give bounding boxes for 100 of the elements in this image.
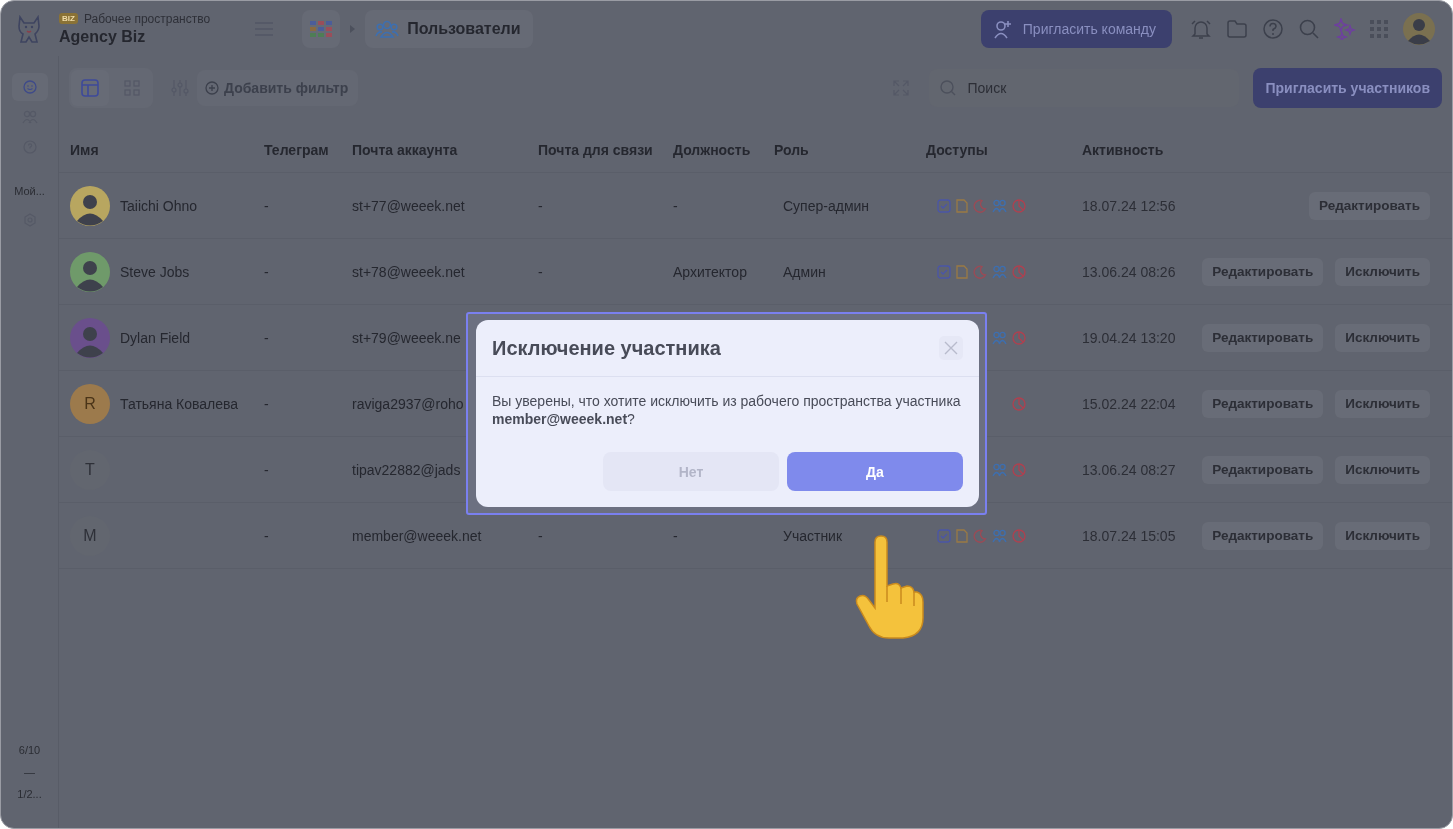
usage-counter: —: [24, 765, 35, 780]
table-icon: [81, 79, 99, 97]
account-email: tipav22882@jads: [352, 461, 461, 478]
cat-logo-icon: [15, 13, 43, 44]
close-button[interactable]: [939, 336, 963, 360]
telegram-cell: -: [264, 329, 269, 346]
pie-chart-icon: [1012, 528, 1026, 543]
role-cell: Супер-админ: [783, 197, 870, 214]
task-icon: [937, 198, 951, 213]
row-action-button[interactable]: Редактировать: [1202, 257, 1324, 286]
invite-members-button[interactable]: Пригласить участников: [1253, 68, 1442, 108]
row-action-button[interactable]: Редактировать: [1309, 191, 1430, 220]
contact-email: -: [538, 197, 543, 214]
people-icon: [992, 264, 1007, 279]
usage-counter: 6/10: [18, 743, 41, 758]
pie-chart-icon: [1012, 462, 1026, 477]
telegram-cell: -: [264, 527, 269, 544]
people-icon: [992, 528, 1007, 543]
dialog-message: Вы уверены, что хотите исключить из рабочего пространства участника member@weeek.net?: [492, 392, 962, 428]
telegram-cell: -: [264, 395, 269, 412]
workspace-badge: BIZ: [59, 13, 78, 24]
sparkles-icon[interactable]: [1334, 17, 1356, 40]
user-name: Steve Jobs: [120, 263, 190, 280]
row-action-button[interactable]: Исключить: [1335, 521, 1430, 550]
row-action-button[interactable]: Исключить: [1335, 455, 1430, 484]
user-name: Dylan Field: [120, 329, 191, 346]
column-header: Доступы: [926, 142, 989, 158]
people-icon: [992, 462, 1007, 477]
moon-icon: [973, 264, 987, 279]
position-cell: -: [673, 197, 678, 214]
section-label[interactable]: Мой...: [14, 185, 45, 197]
search-icon[interactable]: [1298, 17, 1320, 40]
smile-nav-icon[interactable]: [11, 73, 48, 101]
plus-circle-icon: [205, 81, 219, 95]
people-icon: [375, 18, 400, 39]
role-cell: Участник: [783, 527, 843, 544]
column-header: Почта аккаунта: [352, 142, 459, 158]
confirm-button[interactable]: Да: [787, 452, 963, 491]
user-name: Taiichi Ohno: [120, 197, 198, 214]
account-email: member@weeek.net: [352, 527, 482, 544]
task-icon: [937, 264, 951, 279]
task-icon: [937, 528, 951, 543]
telegram-cell: -: [264, 263, 269, 280]
help-icon[interactable]: [1262, 17, 1284, 40]
apps-button[interactable]: [302, 9, 341, 48]
row-action-button[interactable]: Редактировать: [1202, 521, 1324, 550]
row-action-button[interactable]: Исключить: [1335, 389, 1430, 418]
column-header: Должность: [673, 142, 752, 158]
contact-email: -: [538, 263, 543, 280]
row-action-button[interactable]: Редактировать: [1202, 323, 1324, 352]
color-grid-icon: [310, 20, 333, 37]
bell-icon[interactable]: [1190, 17, 1212, 40]
user-name: Татьяна Ковалева: [120, 395, 239, 412]
activity-time: 18.07.24 12:56: [1082, 197, 1176, 214]
workspace-name[interactable]: Agency Biz: [59, 27, 211, 46]
contact-email: -: [538, 527, 543, 544]
moon-icon: [973, 528, 987, 543]
pie-chart-icon: [1012, 330, 1026, 345]
document-icon: [956, 264, 968, 279]
telegram-cell: -: [264, 197, 269, 214]
column-header: Телеграм: [264, 142, 330, 158]
dialog-title: Исключение участника: [492, 336, 721, 360]
column-header: Почта для связи: [538, 142, 654, 158]
column-header: Имя: [69, 142, 100, 158]
activity-time: 13.06.24 08:26: [1082, 263, 1176, 280]
invite-team-button[interactable]: Пригласить команду: [980, 9, 1172, 48]
position-cell: -: [673, 527, 678, 544]
row-action-button[interactable]: Редактировать: [1202, 389, 1324, 418]
account-email: st+78@weeek.net: [352, 263, 465, 280]
activity-time: 13.06.24 08:27: [1082, 461, 1176, 478]
column-header: Роль: [774, 142, 810, 158]
role-cell: Админ: [783, 263, 826, 280]
row-action-button[interactable]: Исключить: [1335, 323, 1430, 352]
pie-chart-icon: [1012, 198, 1026, 213]
usage-counter: 1/2...: [17, 787, 42, 802]
account-email: st+77@weeek.net: [352, 197, 465, 214]
moon-icon: [973, 198, 987, 213]
close-icon: [944, 341, 958, 355]
column-header: Активность: [1082, 142, 1165, 158]
people-icon: [992, 330, 1007, 345]
row-action-button[interactable]: Исключить: [1335, 257, 1430, 286]
document-icon: [956, 198, 968, 213]
pie-chart-icon: [1012, 264, 1026, 279]
activity-time: 15.02.24 22:04: [1082, 395, 1176, 412]
account-email: st+79@weeek.ne: [352, 329, 461, 346]
pie-chart-icon: [1012, 396, 1026, 411]
document-icon: [956, 528, 968, 543]
people-icon: [992, 198, 1007, 213]
pointing-hand-icon: [853, 534, 925, 642]
page-tab[interactable]: Пользователи: [365, 9, 533, 48]
activity-time: 19.04.24 13:20: [1082, 329, 1176, 346]
account-email: raviga2937@roho: [352, 395, 464, 412]
folder-icon[interactable]: [1226, 18, 1248, 39]
avatar-initial: R: [70, 383, 110, 424]
activity-time: 18.07.24 15:05: [1082, 527, 1176, 544]
add-user-icon: [992, 18, 1013, 39]
row-action-button[interactable]: Редактировать: [1202, 455, 1324, 484]
telegram-cell: -: [264, 461, 269, 478]
user-avatar-icon[interactable]: [1402, 11, 1436, 46]
position-cell: Архитектор: [673, 263, 747, 280]
